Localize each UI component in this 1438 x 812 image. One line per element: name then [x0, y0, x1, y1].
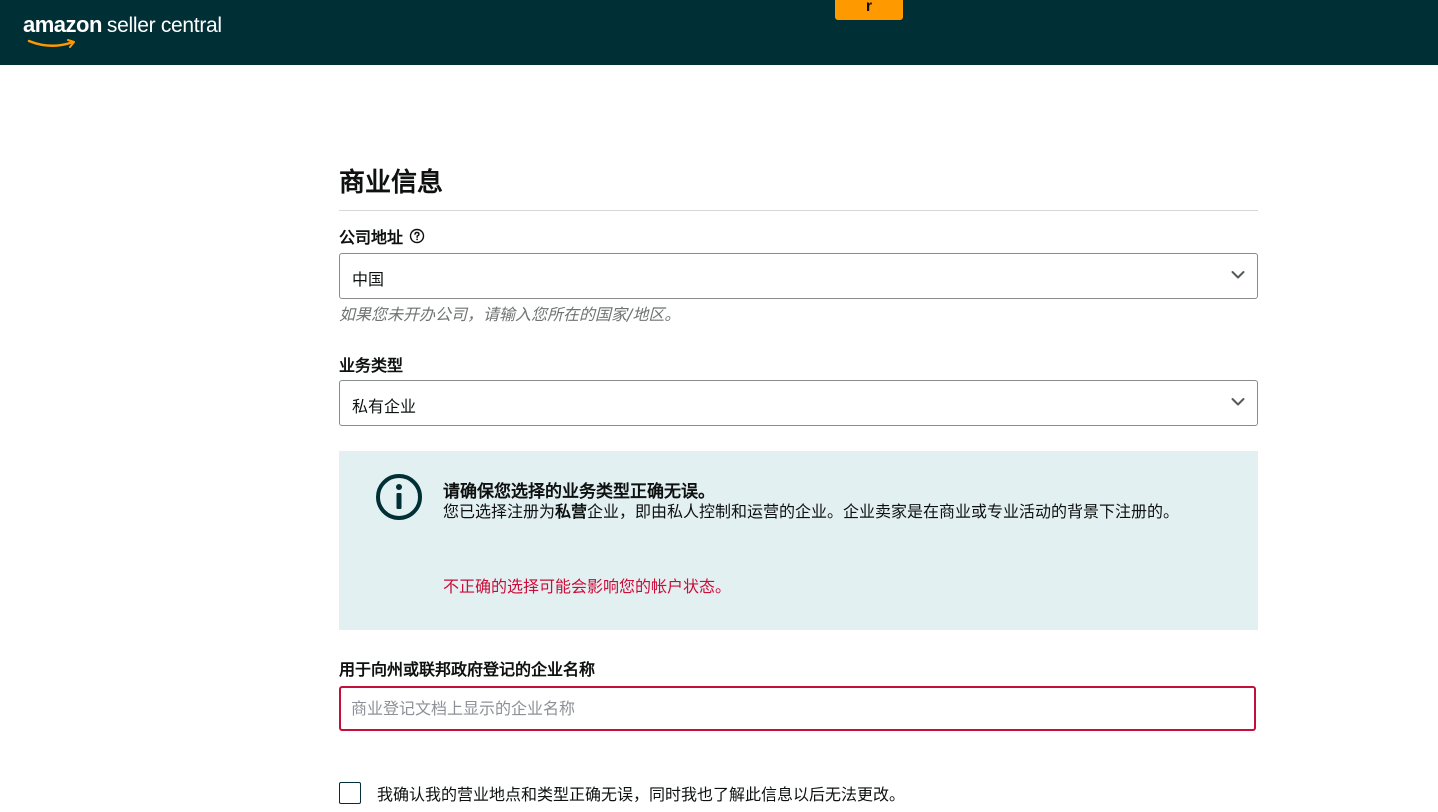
alert-body-bold: 私营 — [555, 502, 588, 521]
info-circle-icon — [376, 474, 422, 520]
alert-body-prefix: 您已选择注册为 — [443, 502, 556, 521]
business-type-value: 私有企业 — [352, 397, 417, 416]
amazon-smile-icon — [27, 39, 75, 48]
section-divider — [339, 210, 1258, 211]
company-address-value: 中国 — [352, 270, 385, 289]
company-address-label: 公司地址 — [339, 224, 425, 248]
chevron-down-icon — [1231, 398, 1245, 406]
logo-amazon-text: amazon — [23, 12, 102, 37]
company-address-select[interactable]: 中国 — [339, 253, 1258, 299]
question-circle-icon[interactable] — [409, 228, 425, 244]
business-type-label-text: 业务类型 — [339, 356, 404, 375]
business-name-label: 用于向州或联邦政府登记的企业名称 — [339, 656, 595, 680]
alert-body: 您已选择注册为私营企业，即由私人控制和运营的企业。企业卖家是在商业或专业活动的背… — [443, 499, 1233, 524]
amazon-seller-central-logo[interactable]: amazon seller central — [23, 12, 222, 48]
confirm-checkbox[interactable] — [339, 782, 361, 804]
business-name-label-text: 用于向州或联邦政府登记的企业名称 — [339, 660, 596, 679]
confirm-checkbox-label[interactable]: 我确认我的营业地点和类型正确无误，同时我也了解此信息以后无法更改。 — [377, 781, 905, 805]
business-type-info-alert: 请确保您选择的业务类型正确无误。 您已选择注册为私营企业，即由私人控制和运营的企… — [339, 451, 1258, 630]
alert-warning: 不正确的选择可能会影响您的帐户状态。 — [443, 577, 732, 596]
company-address-label-text: 公司地址 — [339, 228, 404, 247]
section-title: 商业信息 — [339, 168, 444, 198]
business-type-label: 业务类型 — [339, 352, 403, 376]
company-address-hint: 如果您未开办公司，请输入您所在的国家/地区。 — [339, 305, 681, 324]
alert-body-suffix: 企业，即由私人控制和运营的企业。企业卖家是在商业或专业活动的背景下注册的。 — [587, 502, 1180, 521]
business-type-select[interactable]: 私有企业 — [339, 380, 1258, 426]
header-tab-badge[interactable]: r — [835, 0, 903, 20]
chevron-down-icon — [1231, 271, 1245, 279]
confirm-checkbox-row[interactable]: 我确认我的营业地点和类型正确无误，同时我也了解此信息以后无法更改。 — [339, 781, 905, 805]
business-name-input[interactable] — [339, 686, 1256, 731]
logo-seller-central-text: seller central — [106, 14, 222, 37]
top-navigation-bar: amazon seller central r — [0, 0, 1438, 65]
